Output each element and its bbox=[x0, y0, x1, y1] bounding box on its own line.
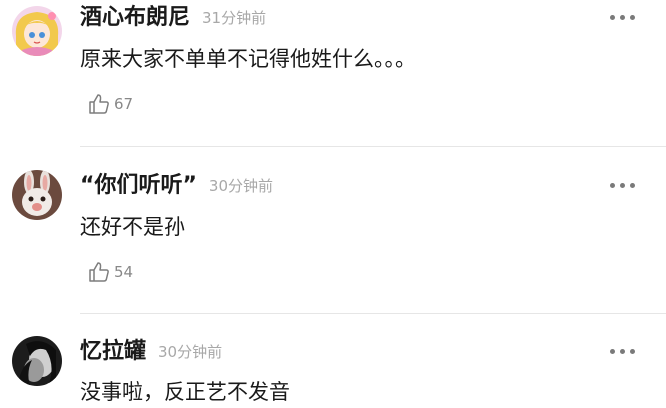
user-avatar[interactable] bbox=[12, 6, 62, 56]
comment-time: 31分钟前 bbox=[202, 9, 267, 27]
like-button[interactable]: 67 bbox=[88, 92, 133, 116]
divider bbox=[80, 313, 666, 314]
bw-photo-avatar-icon bbox=[12, 336, 62, 386]
user-avatar[interactable] bbox=[12, 336, 62, 386]
like-count: 67 bbox=[114, 95, 134, 113]
comment-time: 30分钟前 bbox=[208, 177, 274, 195]
thumbs-up-icon bbox=[89, 94, 109, 114]
like-button[interactable]: 54 bbox=[88, 260, 133, 284]
more-options-icon[interactable] bbox=[610, 181, 636, 191]
more-options-icon[interactable] bbox=[610, 347, 636, 357]
comment-username[interactable]: 酒心布朗尼 31分钟前 bbox=[80, 4, 266, 32]
anime-girl-avatar-icon bbox=[12, 6, 62, 56]
comment-time: 30分钟前 bbox=[158, 343, 223, 361]
comment-username[interactable]: 忆拉罐 30分钟前 bbox=[80, 338, 222, 366]
divider bbox=[80, 146, 666, 147]
comment-username[interactable]: “你们听听” 30分钟前 bbox=[80, 172, 273, 200]
user-avatar[interactable] bbox=[12, 170, 62, 220]
rabbit-avatar-icon bbox=[12, 170, 62, 220]
username-text: 忆拉罐 bbox=[80, 339, 147, 364]
like-count: 54 bbox=[114, 263, 134, 281]
comment-text: 还好不是孙 bbox=[80, 215, 185, 239]
comment-text: 原来大家不单单不记得他姓什么。。。 bbox=[80, 47, 416, 71]
thumbs-up-icon bbox=[89, 262, 109, 282]
username-text: “你们听听” bbox=[80, 173, 197, 198]
comment-text: 没事啦，反正艺不发音 bbox=[80, 380, 290, 404]
username-text: 酒心布朗尼 bbox=[80, 5, 191, 30]
more-options-icon[interactable] bbox=[610, 13, 636, 23]
